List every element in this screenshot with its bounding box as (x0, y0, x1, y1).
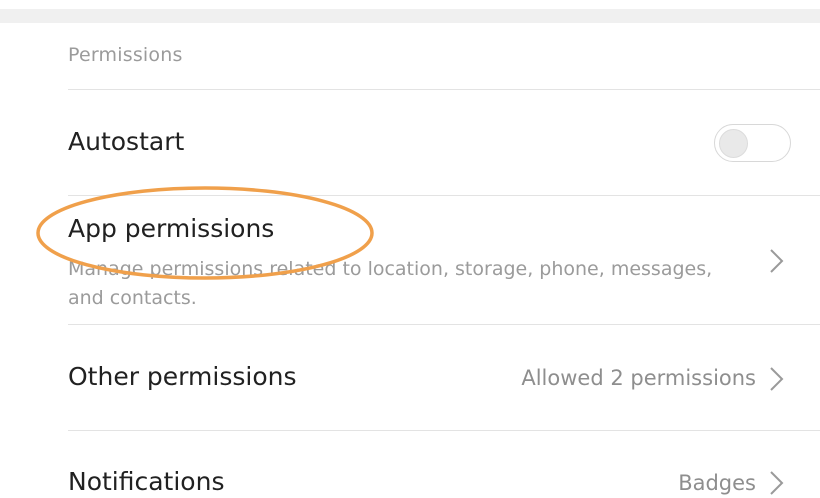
other-permissions-label: Other permissions (68, 362, 297, 391)
chevron-right-icon (770, 367, 784, 391)
section-header: Permissions (68, 44, 183, 66)
notifications-label: Notifications (68, 467, 225, 496)
top-bar (0, 9, 820, 23)
app-permissions-label: App permissions (68, 214, 275, 243)
other-permissions-value: Allowed 2 permissions (521, 366, 756, 390)
app-permissions-description: Manage permissions related to location, … (68, 258, 713, 309)
chevron-right-icon (770, 471, 784, 495)
toggle-knob (719, 129, 748, 158)
permissions-screen: Permissions Autostart App permissions Ma… (0, 0, 820, 498)
notifications-value: Badges (678, 471, 756, 495)
chevron-right-icon (770, 249, 784, 273)
autostart-toggle[interactable] (714, 124, 791, 162)
autostart-label: Autostart (68, 127, 185, 156)
